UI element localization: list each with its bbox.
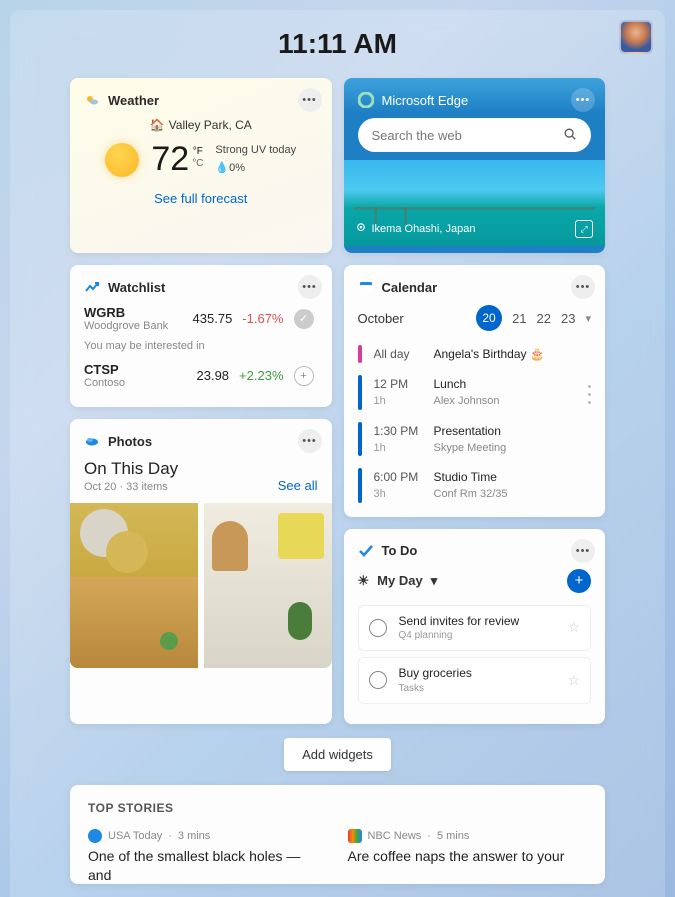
calendar-event[interactable]: 1:30 PM1h PresentationSkype Meeting (358, 422, 592, 457)
photos-subtitle: Oct 20 · 33 items (84, 481, 178, 493)
source-icon (88, 829, 102, 843)
calendar-event[interactable]: 6:00 PM3h Studio TimeConf Rm 32/35 (358, 468, 592, 503)
calendar-date-selected[interactable]: 20 (476, 305, 502, 331)
photo-thumbnail[interactable] (70, 503, 198, 668)
calendar-date[interactable]: 22 (537, 311, 551, 326)
unit-f[interactable]: °F (192, 146, 203, 158)
todo-icon (358, 543, 374, 559)
photos-widget[interactable]: Photos ••• On This Day Oct 20 · 33 items… (70, 419, 332, 724)
calendar-date-row: 20 21 22 23 ▾ (476, 305, 591, 331)
event-bar (358, 375, 362, 410)
task-checkbox[interactable] (369, 619, 387, 637)
edge-icon (358, 92, 374, 108)
event-bar (358, 468, 362, 503)
event-bar (358, 422, 362, 457)
clock-time: 11:11 AM (278, 28, 397, 60)
weather-temp: 72 °F °C (151, 140, 203, 179)
edge-more-button[interactable]: ••• (571, 88, 595, 112)
todo-task[interactable]: Send invites for reviewQ4 planning ☆ (358, 605, 592, 652)
calendar-title: Calendar (382, 280, 438, 295)
calendar-date[interactable]: 23 (561, 311, 575, 326)
edge-title-row: Microsoft Edge (358, 92, 592, 108)
edge-title: Microsoft Edge (382, 93, 469, 108)
weather-widget[interactable]: Weather ••• 🏠 Valley Park, CA 72 °F °C (70, 78, 332, 253)
see-all-link[interactable]: See all (278, 478, 318, 493)
task-checkbox[interactable] (369, 671, 387, 689)
calendar-event[interactable]: 12 PM1h LunchAlex Johnson (358, 375, 592, 410)
weather-title: Weather (108, 93, 159, 108)
star-icon[interactable]: ☆ (567, 619, 580, 636)
story-item[interactable]: NBC News · 5 mins Are coffee naps the an… (348, 829, 588, 885)
search-input[interactable]: Search the web (358, 118, 592, 152)
watchlist-more-button[interactable]: ••• (298, 275, 322, 299)
user-avatar[interactable] (619, 20, 653, 54)
photo-thumbnail[interactable] (204, 503, 332, 668)
panel-header: 11:11 AM (70, 28, 605, 60)
photos-title: Photos (108, 434, 152, 449)
weather-icon (84, 92, 100, 108)
edge-widget[interactable]: Microsoft Edge ••• Search the web Ikema … (344, 78, 606, 253)
watchlist-row[interactable]: WGRB Woodgrove Bank 435.75 -1.67% ✓ (84, 305, 318, 332)
add-task-button[interactable]: + (567, 569, 591, 593)
calendar-icon (358, 279, 374, 295)
search-icon (563, 127, 577, 144)
star-icon[interactable]: ☆ (567, 672, 580, 689)
watchlist-hint: You may be interested in (84, 340, 318, 352)
expand-icon[interactable]: ⤢ (575, 220, 593, 238)
top-stories-card: TOP STORIES USA Today · 3 mins One of th… (70, 785, 605, 885)
weather-more-button[interactable]: ••• (298, 88, 322, 112)
widget-grid: Weather ••• 🏠 Valley Park, CA 72 °F °C (70, 78, 605, 724)
widgets-panel: 11:11 AM Weather ••• 🏠 Valley Park, CA (10, 10, 665, 897)
edge-caption: Ikema Ohashi, Japan (372, 223, 476, 235)
myday-dropdown[interactable]: ☀ My Day ▾ (358, 573, 438, 589)
chevron-down-icon[interactable]: ▾ (585, 312, 591, 325)
add-widgets-button[interactable]: Add widgets (284, 738, 391, 771)
unit-c[interactable]: °C (192, 158, 203, 170)
watchlist-widget[interactable]: Watchlist ••• WGRB Woodgrove Bank 435.75… (70, 265, 332, 407)
chevron-down-icon: ▾ (431, 573, 438, 589)
calendar-month[interactable]: October (358, 311, 404, 326)
check-icon[interactable]: ✓ (294, 309, 314, 329)
sun-icon (105, 143, 139, 177)
photos-more-button[interactable]: ••• (298, 429, 322, 453)
photos-heading: On This Day (84, 459, 178, 479)
stocks-icon (84, 279, 100, 295)
calendar-date[interactable]: 21 (512, 311, 526, 326)
calendar-more-button[interactable]: ••• (571, 275, 595, 299)
todo-task[interactable]: Buy groceriesTasks ☆ (358, 657, 592, 704)
weather-details: Strong UV today 💧0% (215, 142, 296, 177)
weather-title-row: Weather (84, 92, 318, 108)
home-icon: 🏠 (150, 118, 165, 132)
droplet-icon: 💧 (215, 162, 229, 174)
location-pin-icon (356, 223, 366, 236)
todo-title: To Do (382, 543, 418, 558)
sun-outline-icon: ☀ (358, 573, 370, 589)
calendar-event[interactable]: All day Angela's Birthday 🎂 (358, 345, 592, 363)
scroll-indicator (588, 385, 591, 404)
source-icon (348, 829, 362, 843)
event-bar (358, 345, 362, 363)
watchlist-suggestion-row[interactable]: CTSP Contoso 23.98 +2.23% + (84, 362, 318, 389)
add-stock-button[interactable]: + (294, 366, 314, 386)
top-stories-title: TOP STORIES (88, 801, 587, 815)
see-full-forecast-link[interactable]: See full forecast (84, 191, 318, 206)
watchlist-title: Watchlist (108, 280, 165, 295)
story-item[interactable]: USA Today · 3 mins One of the smallest b… (88, 829, 328, 885)
search-placeholder: Search the web (372, 128, 462, 143)
photo-gallery (70, 503, 332, 668)
weather-location-row: 🏠 Valley Park, CA (84, 118, 318, 132)
todo-more-button[interactable]: ••• (571, 539, 595, 563)
todo-widget[interactable]: To Do ••• ☀ My Day ▾ + Send invites for … (344, 529, 606, 724)
onedrive-icon (84, 433, 100, 449)
edge-photo: Ikema Ohashi, Japan ⤢ (344, 160, 606, 246)
weather-location: Valley Park, CA (169, 118, 252, 132)
calendar-widget[interactable]: Calendar ••• October 20 21 22 23 ▾ All d… (344, 265, 606, 517)
